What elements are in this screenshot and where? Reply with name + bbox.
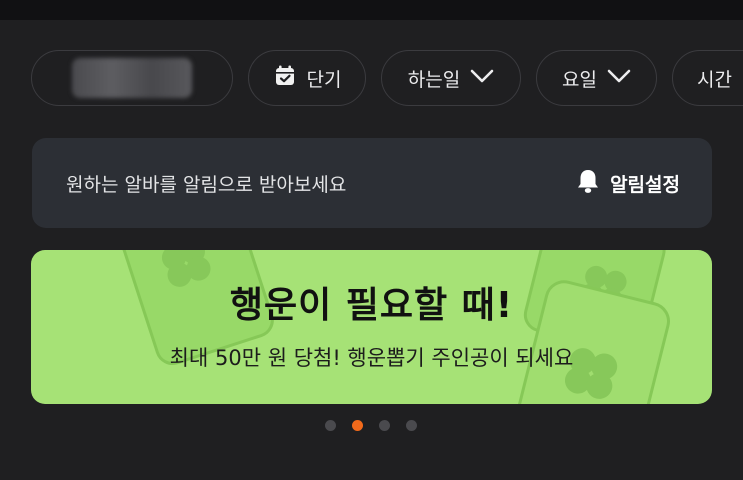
job-alert-message: 원하는 알바를 알림으로 받아보세요 xyxy=(66,173,347,196)
carousel-dot[interactable] xyxy=(379,420,390,431)
short-term-label: 단기 xyxy=(306,68,342,91)
day-filter-chip[interactable]: 요일 xyxy=(536,50,657,106)
short-term-filter-chip[interactable]: 단기 xyxy=(248,50,366,106)
banner-subtitle: 최대 50만 원 당첨! 행운뽑기 주인공이 되세요 xyxy=(169,346,574,370)
work-type-label: 하는일 xyxy=(407,68,461,91)
banner-title: 행운이 필요할 때! xyxy=(229,285,514,326)
day-label: 요일 xyxy=(562,68,597,91)
alert-settings-label: 알림설정 xyxy=(610,173,680,196)
carousel-dot-active[interactable] xyxy=(352,420,363,431)
carousel-dot[interactable] xyxy=(406,420,417,431)
filter-chip-row: 단기 하는일 요일 시간 xyxy=(0,50,743,108)
job-alert-card: 원하는 알바를 알림으로 받아보세요 알림설정 xyxy=(32,138,712,228)
top-status-bar xyxy=(0,0,743,20)
carousel-pagination xyxy=(0,420,743,432)
lucky-draw-banner[interactable]: 행운이 필요할 때! 최대 50만 원 당첨! 행운뽑기 주인공이 되세요 xyxy=(31,250,712,404)
blurred-location-text xyxy=(72,58,192,98)
bell-icon xyxy=(576,168,600,199)
chevron-down-icon xyxy=(607,67,631,89)
alert-settings-button[interactable]: 알림설정 xyxy=(576,168,680,199)
time-label: 시간 xyxy=(697,68,732,91)
location-filter-chip[interactable] xyxy=(31,50,233,106)
time-filter-chip[interactable]: 시간 xyxy=(672,50,743,106)
work-type-filter-chip[interactable]: 하는일 xyxy=(381,50,521,106)
carousel-dot[interactable] xyxy=(325,420,336,431)
chevron-down-icon xyxy=(470,67,494,89)
calendar-icon xyxy=(273,64,297,93)
